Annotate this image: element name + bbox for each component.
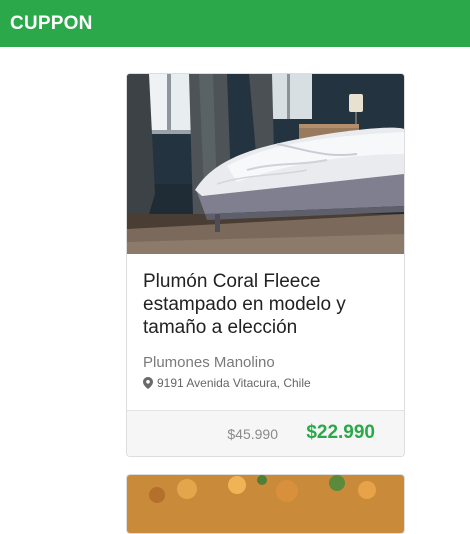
address-text: 9191 Avenida Vitacura, Chile	[157, 376, 311, 390]
price-footer: $45.990 $22.990	[127, 410, 404, 456]
sale-price: $22.990	[306, 422, 375, 443]
deal-card[interactable]	[126, 474, 405, 534]
original-price: $45.990	[227, 426, 278, 442]
top-navbar: CUPPON	[0, 0, 470, 47]
deal-image[interactable]	[127, 74, 404, 254]
map-marker-icon	[143, 377, 153, 389]
deal-title[interactable]: Plumón Coral Fleece estampado en modelo …	[143, 270, 393, 339]
merchant-name: Plumones Manolino	[143, 354, 275, 371]
deal-image[interactable]	[127, 475, 405, 534]
deal-card[interactable]: Plumón Coral Fleece estampado en modelo …	[126, 73, 405, 457]
brand-logo[interactable]: CUPPON	[10, 13, 93, 35]
deal-address: 9191 Avenida Vitacura, Chile	[143, 376, 311, 390]
